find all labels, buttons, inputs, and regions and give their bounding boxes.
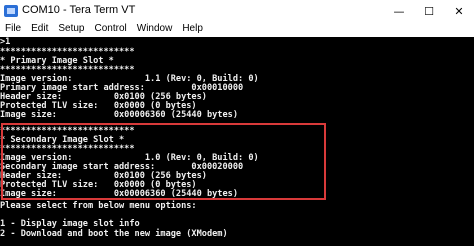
minimize-button[interactable]: —	[384, 0, 414, 22]
window-title: COM10 - Tera Term VT	[22, 4, 136, 16]
close-button[interactable]: ✕	[444, 0, 474, 22]
menu-window[interactable]: Window	[132, 22, 178, 37]
menu-control[interactable]: Control	[90, 22, 132, 37]
terminal-line: Please select from below menu options:	[0, 201, 197, 211]
terminal-line: 1 - Display image slot info	[0, 219, 140, 229]
terminal-line: 2 - Download and boot the new image (XMo…	[0, 229, 228, 239]
secondary-slot-highlight	[1, 123, 326, 200]
tera-term-window: COM10 - Tera Term VT — ☐ ✕ File Edit Set…	[0, 0, 474, 246]
terminal-line: >1	[0, 37, 11, 47]
maximize-button[interactable]: ☐	[414, 0, 444, 22]
terminal-line: Image size: 0x00006360 (25440 bytes)	[0, 110, 238, 120]
menu-help[interactable]: Help	[177, 22, 208, 37]
menu-file[interactable]: File	[0, 22, 26, 37]
menu-edit[interactable]: Edit	[26, 22, 53, 37]
title-bar[interactable]: COM10 - Tera Term VT — ☐ ✕	[0, 0, 474, 22]
window-controls: — ☐ ✕	[384, 0, 474, 22]
terminal-app-icon	[4, 5, 18, 17]
terminal-output[interactable]: >1 ************************** * Primary …	[0, 37, 474, 246]
menu-setup[interactable]: Setup	[53, 22, 89, 37]
menu-bar: File Edit Setup Control Window Help	[0, 22, 474, 37]
